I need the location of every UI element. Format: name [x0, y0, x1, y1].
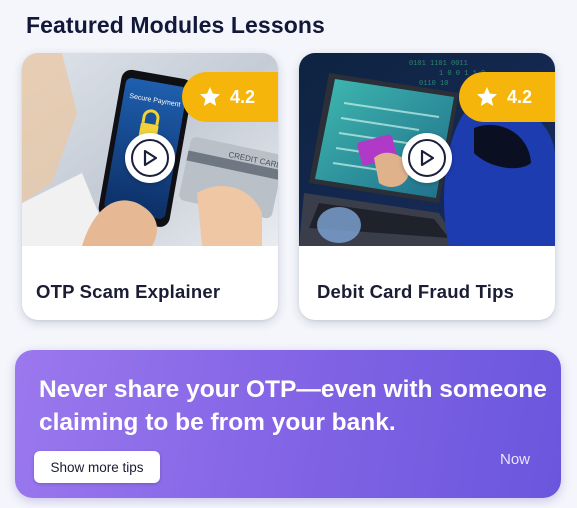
lesson-card-otp-scam[interactable]: CREDIT CARD Secure Payment 4.2 OTP Scam …	[22, 53, 278, 320]
safety-tip-banner: Never share your OTP—even with someone c…	[15, 350, 561, 498]
lesson-card-debit-card-fraud[interactable]: 0101 1101 0011 1 0 0 1 1 0 0110 10 4.2 D…	[299, 53, 555, 320]
rating-value: 4.2	[230, 86, 256, 107]
play-icon	[143, 149, 158, 167]
play-icon	[420, 149, 435, 167]
rating-badge: 4.2	[459, 72, 555, 122]
section-title: Featured Modules Lessons	[26, 12, 325, 38]
play-button[interactable]	[402, 133, 452, 183]
show-more-tips-button[interactable]: Show more tips	[34, 451, 160, 483]
tip-timestamp: Now	[499, 451, 530, 468]
svg-text:0101 1101 0011: 0101 1101 0011	[409, 60, 468, 68]
star-icon	[200, 87, 220, 106]
play-button[interactable]	[125, 133, 175, 183]
star-icon	[477, 87, 497, 106]
svg-text:0110 10: 0110 10	[419, 80, 448, 88]
card-title: OTP Scam Explainer	[36, 281, 221, 302]
rating-badge: 4.2	[182, 72, 278, 122]
card-title: Debit Card Fraud Tips	[317, 281, 515, 302]
rating-value: 4.2	[507, 86, 533, 107]
tip-text: Never share your OTP—even with someone c…	[39, 376, 547, 436]
